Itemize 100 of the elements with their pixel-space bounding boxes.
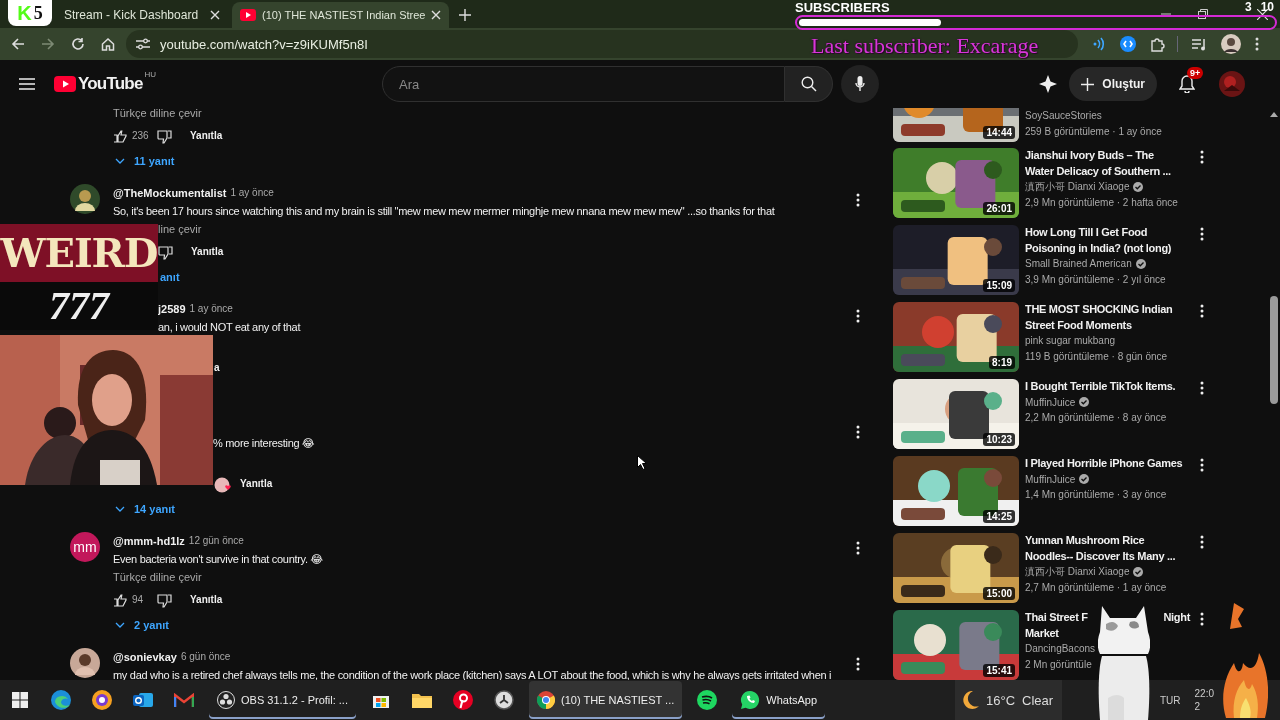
video-title[interactable]: Water Delicacy of Southern ... bbox=[1025, 163, 1171, 179]
scrollbar-thumb[interactable] bbox=[1270, 296, 1278, 404]
like-icon[interactable] bbox=[113, 593, 128, 608]
chevron-down-icon bbox=[115, 158, 125, 164]
comment-time[interactable]: 12 gün önce bbox=[188, 534, 244, 548]
more-icon[interactable] bbox=[856, 425, 860, 439]
video-title[interactable]: THE MOST SHOCKING Indian bbox=[1025, 302, 1173, 318]
reply-button[interactable]: a bbox=[214, 361, 220, 375]
browser-tab[interactable]: (10) THE NASTIEST Indian Stree bbox=[232, 2, 450, 28]
video-title[interactable]: Noodles-- Discover Its Many ... bbox=[1025, 548, 1176, 564]
channel-name[interactable]: SoySauceStories bbox=[1025, 110, 1102, 122]
taskbar-button[interactable]: OBS 31.1.2 - Profil: ... bbox=[209, 681, 356, 719]
menu-icon[interactable] bbox=[1255, 37, 1259, 51]
taskbar-button[interactable]: WhatsApp bbox=[732, 681, 826, 719]
shazam-icon[interactable] bbox=[1120, 36, 1136, 52]
media-list-icon[interactable] bbox=[1192, 37, 1207, 51]
video-title[interactable]: Night bbox=[1163, 610, 1190, 626]
more-icon[interactable] bbox=[1200, 150, 1204, 164]
play-icon[interactable] bbox=[54, 76, 76, 92]
comment-author[interactable]: j2589 bbox=[158, 302, 186, 316]
sparkle-icon[interactable] bbox=[1039, 75, 1058, 93]
replies-toggle[interactable]: 11 yanıt bbox=[113, 154, 175, 168]
search-button[interactable] bbox=[785, 66, 833, 102]
clock-text[interactable]: 2 bbox=[1194, 700, 1215, 713]
site-settings-icon[interactable] bbox=[136, 38, 150, 50]
channel-name[interactable]: Small Brained American bbox=[1025, 258, 1132, 270]
voice-search-button[interactable] bbox=[841, 65, 879, 103]
video-duration: 15:00 bbox=[983, 587, 1015, 600]
more-icon[interactable] bbox=[1200, 535, 1204, 549]
more-icon[interactable] bbox=[856, 541, 860, 555]
reply-button[interactable]: Yanıtla bbox=[190, 129, 223, 143]
more-icon[interactable] bbox=[856, 193, 860, 207]
reply-button[interactable]: Yanıtla bbox=[240, 477, 273, 491]
home-icon[interactable] bbox=[101, 37, 115, 51]
puzzle-icon[interactable] bbox=[1150, 36, 1165, 52]
channel-name[interactable]: MuffinJuice bbox=[1025, 473, 1076, 485]
menu-icon[interactable] bbox=[19, 78, 35, 90]
restore-icon[interactable] bbox=[1198, 9, 1208, 19]
video-title[interactable]: Poisoning in India? (not long) bbox=[1025, 240, 1172, 256]
clock-icon bbox=[494, 690, 514, 710]
youtube-logo[interactable]: YouTube bbox=[78, 74, 143, 94]
search-field[interactable]: Ara bbox=[382, 66, 785, 102]
region-code: HU bbox=[144, 70, 157, 79]
translate-link[interactable]: Türkçe diline çevir bbox=[113, 108, 202, 120]
more-icon[interactable] bbox=[1200, 458, 1204, 472]
reply-button[interactable]: Yanıtla bbox=[190, 593, 223, 607]
channel-name[interactable]: DancingBacons bbox=[1025, 643, 1096, 655]
dislike-icon[interactable] bbox=[157, 593, 172, 608]
video-title[interactable]: How Long Till I Get Food bbox=[1025, 225, 1148, 241]
video-title[interactable]: Jianshui Ivory Buds – The bbox=[1025, 148, 1154, 164]
more-icon[interactable] bbox=[856, 657, 860, 671]
video-title[interactable]: Yunnan Mushroom Rice bbox=[1025, 533, 1145, 549]
browser-tab[interactable]: Stream - Kick Dashboard bbox=[56, 2, 228, 28]
scroll-up-icon[interactable] bbox=[1270, 112, 1278, 117]
banner-number: 777 bbox=[0, 282, 158, 330]
comment-author[interactable]: @TheMockumentalist bbox=[113, 186, 227, 200]
taskbar-button[interactable]: (10) THE NASTIEST ... bbox=[529, 681, 683, 719]
language-indicator[interactable]: TUR bbox=[1160, 694, 1181, 706]
close-icon[interactable] bbox=[431, 10, 442, 20]
create-button[interactable]: Oluştur bbox=[1069, 67, 1157, 101]
translate-link[interactable]: Türkçe diline çevir bbox=[113, 570, 202, 584]
comment-time[interactable]: 6 gün önce bbox=[180, 650, 231, 664]
channel-name[interactable]: MuffinJuice bbox=[1025, 396, 1076, 408]
replies-toggle[interactable]: anıt bbox=[158, 270, 180, 284]
dislike-icon[interactable] bbox=[158, 245, 173, 260]
more-icon[interactable] bbox=[1200, 612, 1204, 626]
plus-icon[interactable] bbox=[459, 9, 472, 21]
comment-author[interactable]: @sonievkay bbox=[113, 650, 177, 664]
weather-widget[interactable]: 16°C Clear bbox=[955, 680, 1062, 720]
channel-name[interactable]: 滇西小哥 Dianxi Xiaoge bbox=[1025, 179, 1130, 194]
video-title[interactable]: Street Food Moments bbox=[1025, 317, 1132, 333]
reply-button[interactable]: Yanıtla bbox=[191, 245, 224, 259]
video-title[interactable]: I Bought Terrible TikTok Items. bbox=[1025, 379, 1176, 395]
video-stats: 119 B görüntüleme · 8 gün önce bbox=[1025, 349, 1169, 364]
comment-time[interactable]: 1 ay önce bbox=[189, 302, 233, 316]
comment-time[interactable]: 1 ay önce bbox=[230, 186, 274, 200]
sound-waves-icon[interactable] bbox=[1092, 37, 1106, 51]
more-icon[interactable] bbox=[1200, 381, 1204, 395]
reload-icon[interactable] bbox=[71, 37, 85, 51]
avatar[interactable]: mm bbox=[70, 532, 100, 562]
like-icon[interactable] bbox=[113, 129, 128, 144]
close-icon[interactable] bbox=[210, 10, 220, 20]
dislike-icon[interactable] bbox=[157, 129, 172, 144]
forward-icon[interactable] bbox=[41, 37, 55, 51]
back-icon[interactable] bbox=[11, 37, 25, 51]
bell-icon[interactable] bbox=[1179, 75, 1195, 93]
replies-toggle[interactable]: 14 yanıt bbox=[113, 502, 175, 516]
video-title[interactable]: I Played Horrible iPhone Games bbox=[1025, 456, 1183, 472]
channel-name[interactable]: 滇西小哥 Dianxi Xiaoge bbox=[1025, 564, 1130, 579]
video-title[interactable]: Market bbox=[1025, 625, 1059, 641]
more-icon[interactable] bbox=[1200, 227, 1204, 241]
video-duration: 8:19 bbox=[989, 356, 1015, 369]
translate-link[interactable]: line çevir bbox=[158, 222, 202, 236]
video-title[interactable]: Thai Street F bbox=[1025, 610, 1088, 626]
comment-author[interactable]: @mmm-hd1lz bbox=[113, 534, 185, 548]
clock-text[interactable]: 22:0 bbox=[1194, 687, 1215, 700]
replies-toggle[interactable]: 2 yanıt bbox=[113, 618, 169, 632]
channel-name[interactable]: pink sugar mukbang bbox=[1025, 335, 1116, 347]
more-icon[interactable] bbox=[856, 309, 860, 323]
more-icon[interactable] bbox=[1200, 304, 1204, 318]
